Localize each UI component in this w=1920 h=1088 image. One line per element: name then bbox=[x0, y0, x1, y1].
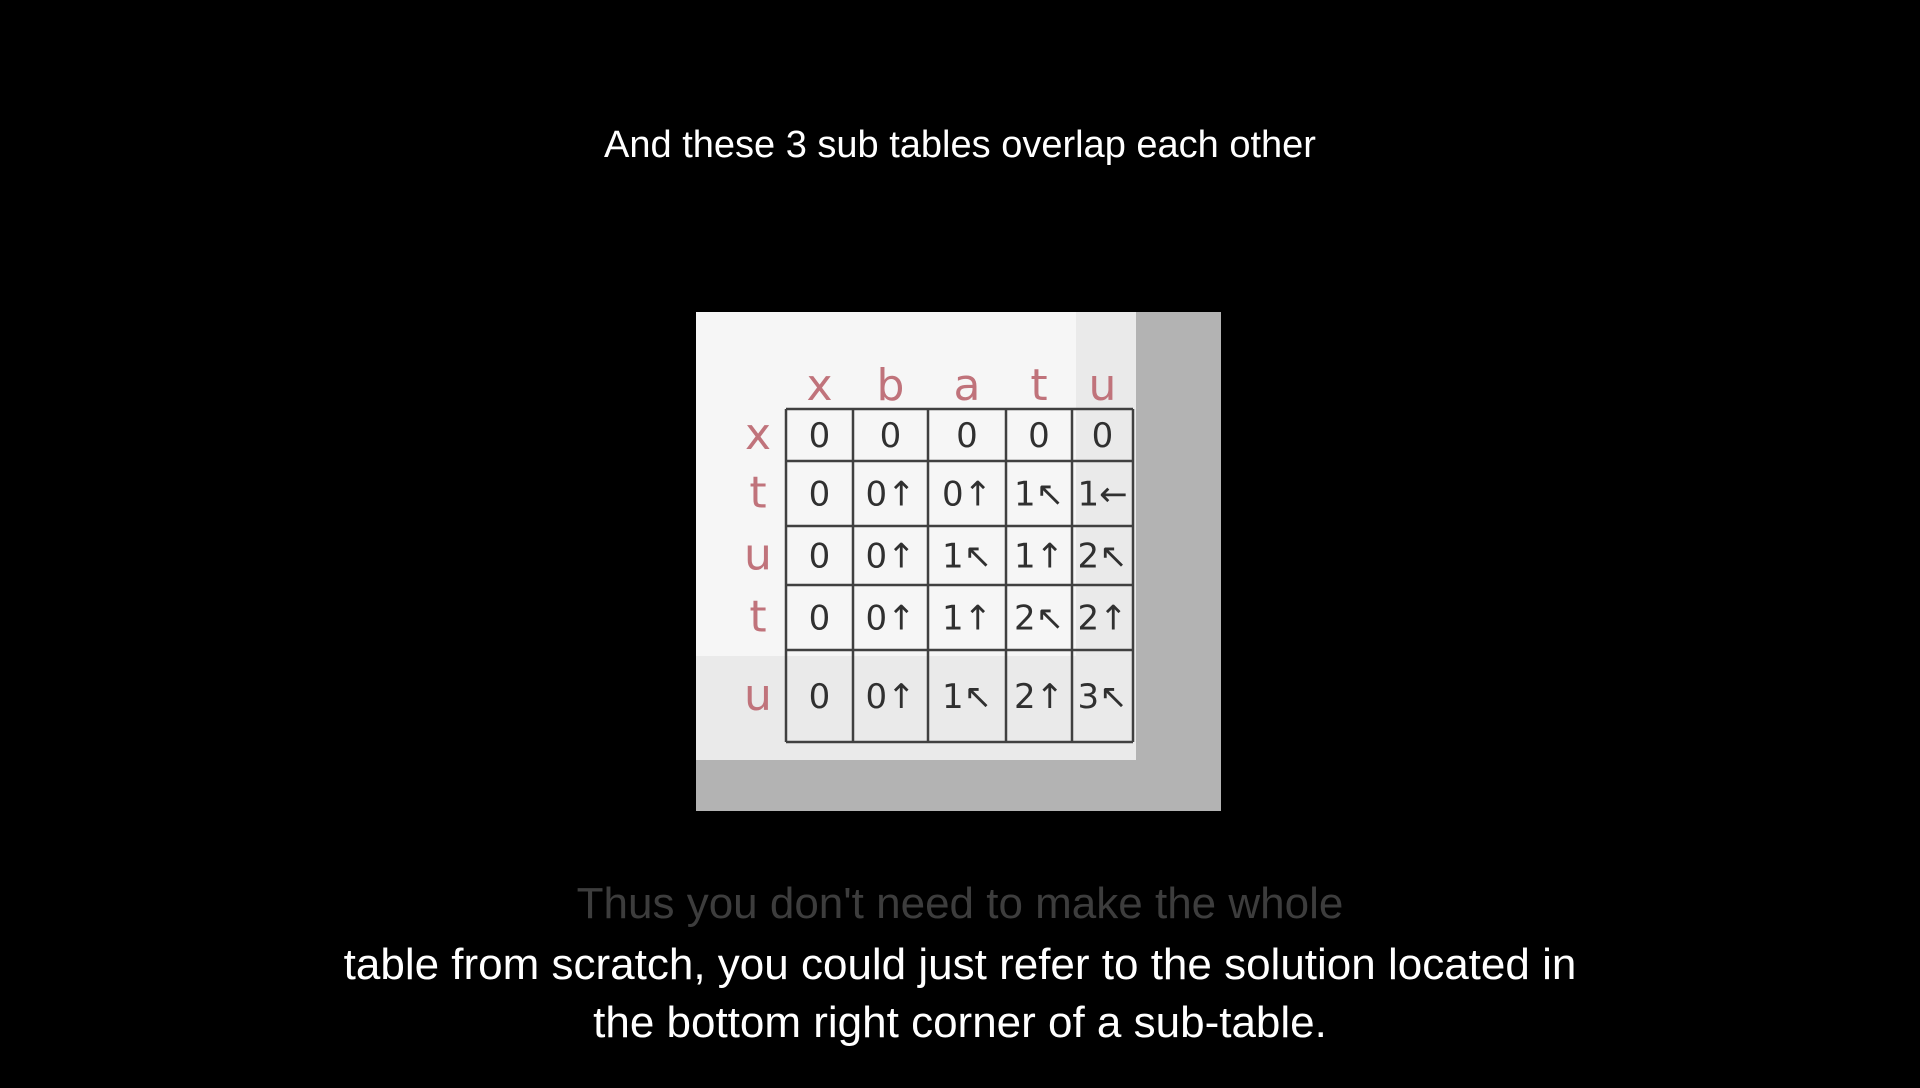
table-cell: 0 bbox=[1092, 416, 1114, 456]
table-cell: 1↖ bbox=[942, 537, 992, 577]
table-cell: 0 bbox=[1028, 416, 1050, 456]
table-cell: 0 bbox=[809, 537, 831, 577]
row-header: t bbox=[749, 592, 766, 643]
column-header: b bbox=[877, 360, 905, 411]
table-cell: 0↑ bbox=[865, 599, 915, 639]
column-headers: xbatu bbox=[806, 360, 1116, 411]
top-caption: And these 3 sub tables overlap each othe… bbox=[604, 124, 1316, 166]
table-cell: 2↑ bbox=[1077, 599, 1127, 639]
table-cell: 0 bbox=[809, 475, 831, 515]
table-cell: 0 bbox=[809, 677, 831, 717]
table-cell: 0 bbox=[880, 416, 902, 456]
table-cell: 2↖ bbox=[1014, 599, 1064, 639]
table-cell: 0↑ bbox=[865, 677, 915, 717]
caption-line-1: table from scratch, you could just refer… bbox=[343, 940, 1577, 989]
row-header: t bbox=[749, 468, 766, 519]
table-cell: 2↑ bbox=[1014, 677, 1064, 717]
table-cell: 1↖ bbox=[1014, 475, 1064, 515]
row-header: u bbox=[744, 670, 772, 721]
table-cell: 2↖ bbox=[1077, 537, 1127, 577]
caption-current: table from scratch, you could just refer… bbox=[0, 936, 1920, 1052]
table-cell: 0 bbox=[956, 416, 978, 456]
table-cell: 1← bbox=[1077, 475, 1127, 515]
column-header: x bbox=[806, 360, 832, 411]
table-cell: 1↑ bbox=[942, 599, 992, 639]
caption-previous-line: Thus you don't need to make the whole bbox=[576, 879, 1344, 928]
table-cell: 3↖ bbox=[1077, 677, 1127, 717]
table-cell: 0↑ bbox=[865, 537, 915, 577]
row-header: u bbox=[744, 530, 772, 581]
table-cell: 0↑ bbox=[942, 475, 992, 515]
column-header: u bbox=[1089, 360, 1117, 411]
table-cell: 0↑ bbox=[865, 475, 915, 515]
row-header: x bbox=[745, 409, 771, 460]
column-header: t bbox=[1030, 360, 1047, 411]
table-cell: 0 bbox=[809, 416, 831, 456]
dp-table-figure: xbatu xtutu 0 0 0 0 0 0 0↑ 0↑ 1↖ 1← 0 0↑ 1↖ 1↑ 2↖ 0 0↑ 1↑… bbox=[696, 312, 1221, 811]
table-cell: 0 bbox=[809, 599, 831, 639]
caption-line-2: the bottom right corner of a sub-table. bbox=[593, 998, 1327, 1047]
table-cell: 1↖ bbox=[942, 677, 992, 717]
table-cell: 1↑ bbox=[1014, 537, 1064, 577]
lcs-table-sketch: xbatu xtutu 0 0 0 0 00 0↑ 0↑ 1↖ 1←0 0↑ 1↖ 1↑ 2↖0 0↑ 1↑… bbox=[744, 360, 1135, 744]
column-header: a bbox=[954, 360, 981, 411]
row-headers: xtutu bbox=[744, 409, 772, 721]
